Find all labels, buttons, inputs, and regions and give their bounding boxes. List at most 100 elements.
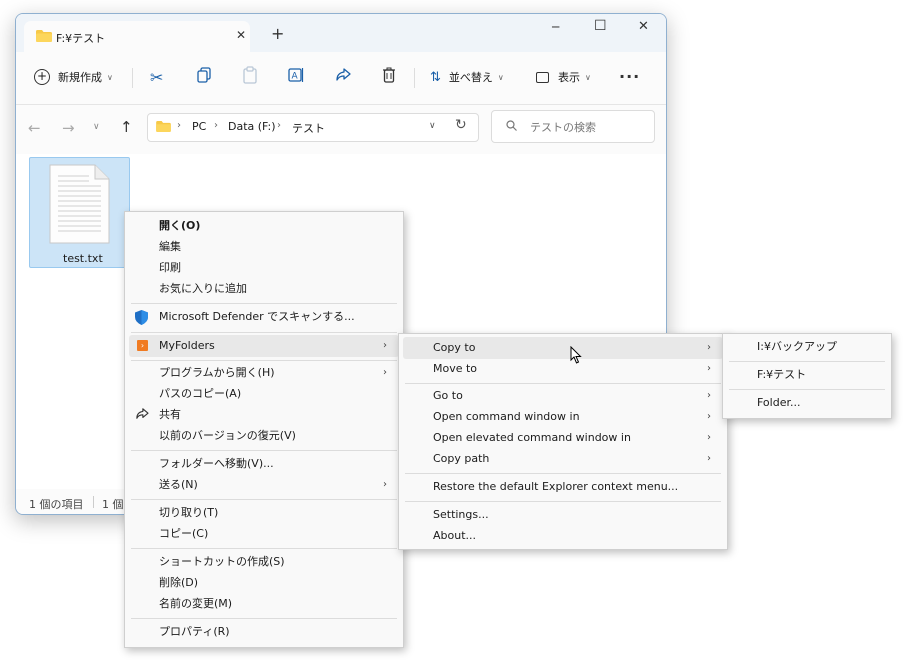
- menu-restore-versions[interactable]: 以前のバージョンの復元(V): [159, 426, 296, 446]
- cut-icon[interactable]: ✂: [150, 68, 163, 87]
- close-button[interactable]: ✕: [638, 19, 649, 34]
- menu-add-favorite[interactable]: お気に入りに追加: [159, 279, 247, 299]
- context-menu: 開く(O) 編集 印刷 お気に入りに追加 Microsoft Defender …: [124, 211, 404, 648]
- menu-about[interactable]: About...: [433, 526, 476, 546]
- tab-current[interactable]: F:¥テスト ✕: [24, 21, 250, 52]
- submenu-arrow-icon: ›: [383, 479, 387, 490]
- menu-restore-default[interactable]: Restore the default Explorer context men…: [433, 477, 678, 497]
- submenu-arrow-icon: ›: [383, 367, 387, 378]
- title-bar[interactable]: F:¥テスト ✕ + ─ ☐ ✕: [16, 14, 666, 52]
- menu-move-to-folder[interactable]: フォルダーへ移動(V)...: [159, 454, 274, 474]
- menu-share[interactable]: 共有: [159, 405, 181, 425]
- menu-separator: [729, 389, 885, 390]
- menu-separator: [131, 450, 397, 451]
- copy-icon[interactable]: [197, 67, 211, 83]
- tab-close-icon[interactable]: ✕: [236, 28, 246, 42]
- menu-myfolders[interactable]: MyFolders: [159, 336, 215, 356]
- menu-settings[interactable]: Settings...: [433, 505, 489, 525]
- copyto-submenu: I:¥バックアップ F:¥テスト Folder...: [722, 333, 892, 419]
- text-file-icon: [49, 164, 110, 244]
- menu-separator: [131, 303, 397, 304]
- add-icon: +: [34, 69, 50, 85]
- menu-move-to[interactable]: Move to: [433, 359, 477, 379]
- menu-rename[interactable]: 名前の変更(M): [159, 594, 232, 614]
- breadcrumb-drive[interactable]: Data (F:): [228, 120, 276, 133]
- minimize-button[interactable]: ─: [552, 20, 559, 34]
- menu-open-with[interactable]: プログラムから開く(H): [159, 363, 275, 383]
- menu-separator: [405, 473, 721, 474]
- menu-send-to[interactable]: 送る(N): [159, 475, 198, 495]
- divider: [132, 68, 133, 88]
- submenu-arrow-icon: ›: [383, 340, 387, 351]
- back-arrow-icon[interactable]: ←: [28, 119, 41, 137]
- menu-open[interactable]: 開く(O): [159, 216, 200, 236]
- delete-icon[interactable]: [382, 67, 396, 83]
- new-button[interactable]: + 新規作成 ∨: [34, 66, 113, 88]
- sort-button[interactable]: ⇅ 並べ替え ∨: [430, 66, 504, 88]
- menu-properties[interactable]: プロパティ(R): [159, 622, 230, 642]
- menu-print[interactable]: 印刷: [159, 258, 181, 278]
- more-options-button[interactable]: ...: [619, 63, 640, 82]
- submenu-arrow-icon: ›: [707, 453, 711, 464]
- share-icon[interactable]: [335, 67, 351, 83]
- svg-text:A: A: [292, 72, 299, 82]
- rename-icon[interactable]: A: [288, 67, 304, 83]
- address-bar[interactable]: › PC › Data (F:) › テスト ∨ ↻: [147, 113, 479, 142]
- menu-separator: [131, 618, 397, 619]
- defender-shield-icon: [135, 310, 148, 325]
- menu-separator: [405, 383, 721, 384]
- menu-cut[interactable]: 切り取り(T): [159, 503, 218, 523]
- menu-create-shortcut[interactable]: ショートカットの作成(S): [159, 552, 285, 572]
- paste-icon[interactable]: [243, 66, 257, 84]
- menu-separator: [131, 499, 397, 500]
- breadcrumb-separator-icon: ›: [177, 120, 181, 131]
- maximize-button[interactable]: ☐: [594, 18, 607, 34]
- menu-separator: [729, 361, 885, 362]
- breadcrumb-folder[interactable]: テスト: [292, 120, 325, 136]
- search-icon: [506, 120, 517, 131]
- menu-copyto-test[interactable]: F:¥テスト: [757, 365, 806, 385]
- menu-copy-path[interactable]: パスのコピー(A): [159, 384, 241, 404]
- menu-open-elevated-command-window[interactable]: Open elevated command window in: [433, 428, 631, 448]
- divider: [414, 68, 415, 88]
- menu-separator: [405, 501, 721, 502]
- menu-copy[interactable]: コピー(C): [159, 524, 208, 544]
- up-arrow-icon[interactable]: ↑: [120, 118, 133, 136]
- menu-defender-scan[interactable]: Microsoft Defender でスキャンする...: [159, 307, 355, 327]
- menu-edit[interactable]: 編集: [159, 237, 181, 257]
- menu-copyto-folder[interactable]: Folder...: [757, 393, 800, 413]
- menu-go-to[interactable]: Go to: [433, 386, 463, 406]
- view-button[interactable]: 表示 ∨: [536, 66, 591, 88]
- menu-copy-path-myfolders[interactable]: Copy path: [433, 449, 489, 469]
- refresh-icon[interactable]: ↻: [455, 117, 467, 133]
- recent-chevron-icon[interactable]: ∨: [93, 122, 100, 132]
- breadcrumb-separator-icon: ›: [214, 120, 218, 131]
- status-item-count: 1 個の項目: [29, 498, 84, 511]
- new-button-label: 新規作成: [58, 71, 102, 84]
- submenu-arrow-icon: ›: [707, 390, 711, 401]
- menu-delete[interactable]: 削除(D): [159, 573, 198, 593]
- forward-arrow-icon[interactable]: →: [62, 119, 75, 137]
- search-box[interactable]: テストの検索: [491, 110, 655, 143]
- command-bar: + 新規作成 ∨ ✂ A ⇅ 並べ替え ∨ 表示 ∨ ...: [16, 52, 666, 105]
- submenu-arrow-icon: ›: [707, 411, 711, 422]
- file-item-selected[interactable]: test.txt: [29, 157, 130, 268]
- menu-copyto-backup[interactable]: I:¥バックアップ: [757, 337, 837, 357]
- folder-icon: [156, 121, 171, 132]
- menu-separator: [131, 360, 397, 361]
- folder-icon: [36, 30, 52, 42]
- file-name: test.txt: [63, 252, 103, 265]
- menu-copy-to[interactable]: Copy to: [433, 338, 475, 358]
- submenu-arrow-icon: ›: [707, 342, 711, 353]
- search-placeholder: テストの検索: [530, 121, 596, 134]
- divider: [93, 496, 94, 508]
- tab-title: F:¥テスト: [56, 32, 106, 45]
- breadcrumb-pc[interactable]: PC: [192, 120, 206, 133]
- new-tab-button[interactable]: +: [271, 24, 284, 43]
- address-history-chevron-icon[interactable]: ∨: [429, 121, 436, 131]
- chevron-down-icon: ∨: [107, 72, 113, 82]
- submenu-arrow-icon: ›: [707, 363, 711, 374]
- view-button-label: 表示: [558, 71, 580, 84]
- menu-open-command-window[interactable]: Open command window in: [433, 407, 580, 427]
- breadcrumb-separator-icon: ›: [277, 120, 281, 131]
